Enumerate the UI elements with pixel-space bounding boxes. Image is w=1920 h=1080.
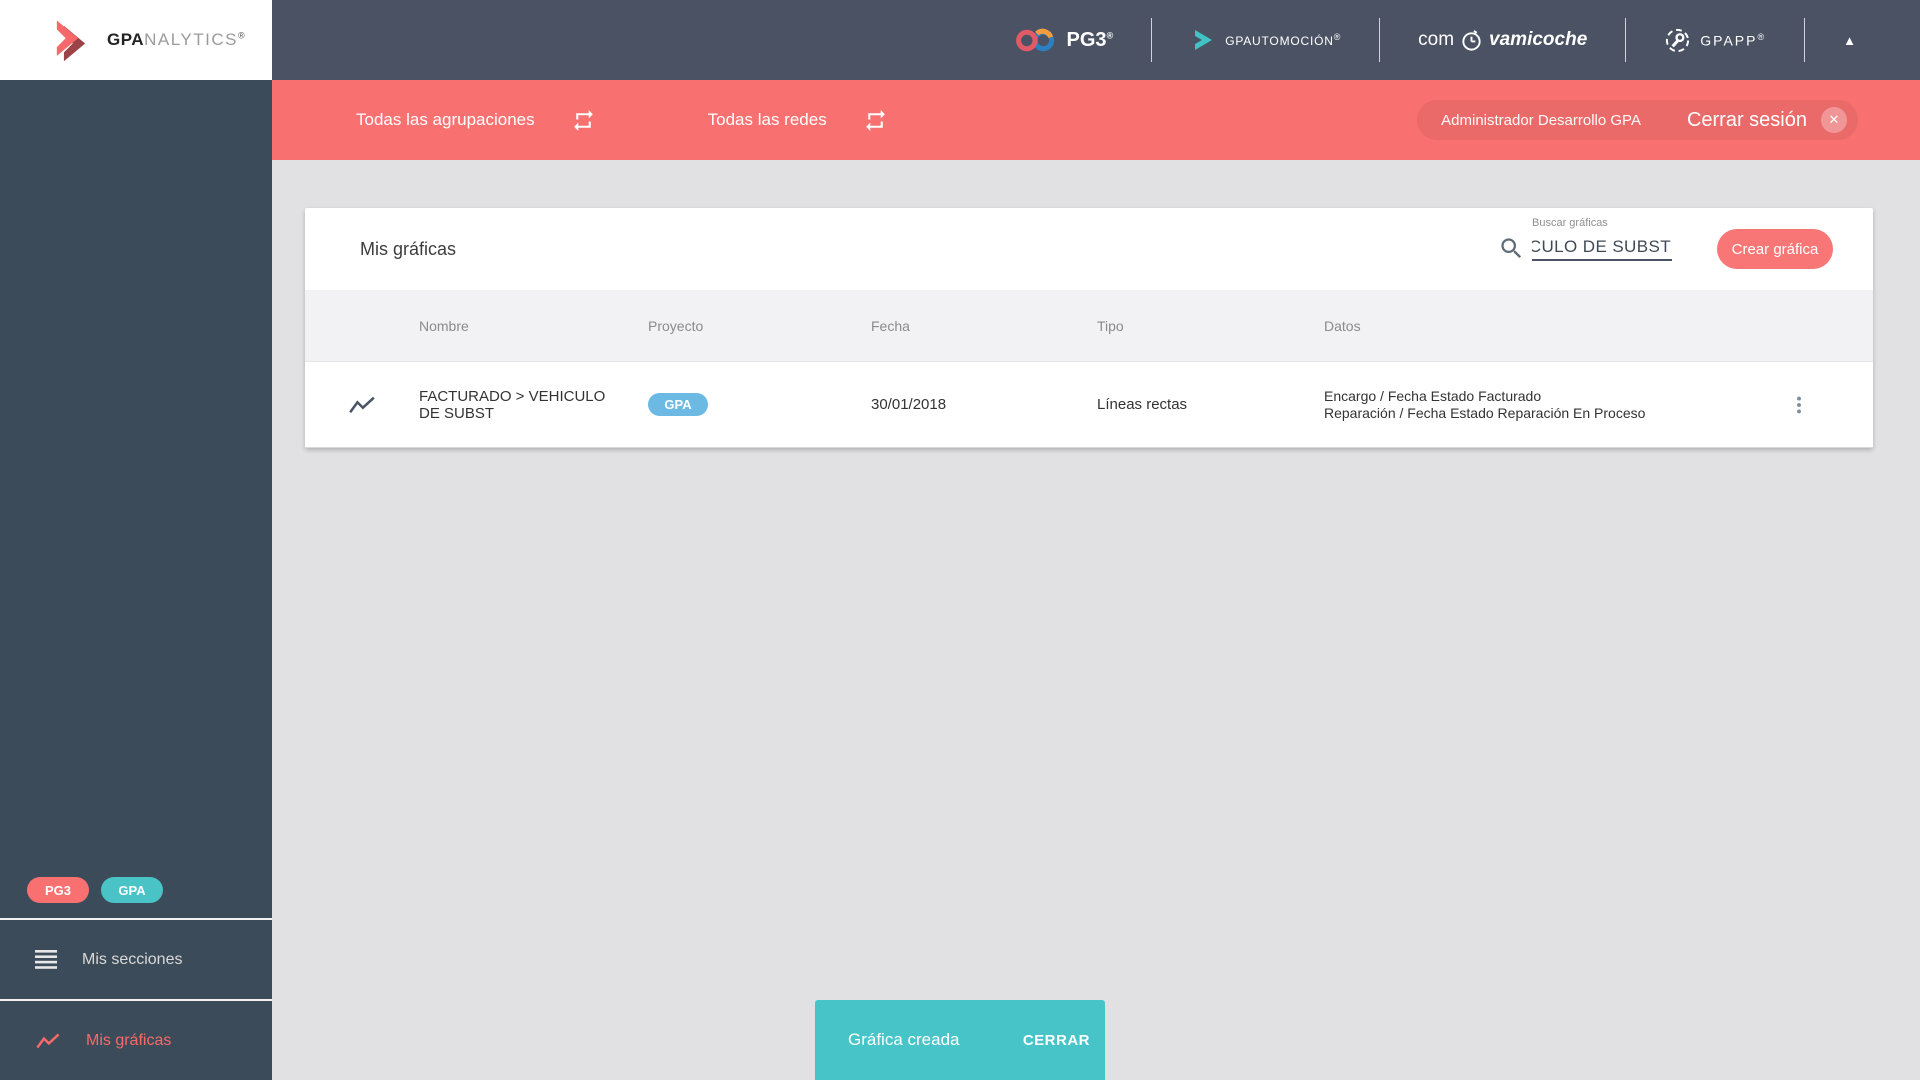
networks-selector[interactable]: Todas las redes <box>708 110 827 130</box>
header-divider <box>1151 18 1153 62</box>
search-icon[interactable] <box>1498 235 1525 267</box>
table-row[interactable]: FACTURADO > VEHICULO DE SUBST GPA 30/01/… <box>305 362 1873 448</box>
swap-networks-icon[interactable] <box>863 108 888 133</box>
gpanalytics-wordmark: GPANALYTICS® <box>107 30 247 49</box>
header-divider <box>1804 18 1806 62</box>
swap-groupings-icon[interactable] <box>571 108 596 133</box>
compravamicoche-post: vamicoche <box>1489 29 1588 50</box>
gpautomocion-arrow-icon <box>1195 30 1213 50</box>
search-input[interactable]: Buscar gráficas CULO DE SUBST <box>1532 217 1672 261</box>
gpautomocion-logo[interactable]: GPAUTOMOCIÓN® <box>1190 27 1341 53</box>
pg3-label: PG3® <box>1066 28 1114 51</box>
gpapp-logo[interactable]: GPAPP® <box>1664 27 1766 54</box>
snackbar: Gráfica creada CERRAR <box>815 1000 1105 1080</box>
col-header-tipo: Tipo <box>1097 317 1124 334</box>
user-name: Administrador Desarrollo GPA <box>1441 111 1641 129</box>
sidebar-item-label: Mis gráficas <box>86 1031 172 1049</box>
card-header: Mis gráficas Buscar gráficas CULO DE SUB… <box>305 208 1873 290</box>
list-icon <box>35 950 57 969</box>
groupings-selector[interactable]: Todas las agrupaciones <box>356 110 535 130</box>
charts-card: Mis gráficas Buscar gráficas CULO DE SUB… <box>305 208 1873 448</box>
row-type: Líneas rectas <box>1097 396 1188 413</box>
header-logo-strip: PG3® GPAUTOMOCIÓN® com vamicoche GPAPP® … <box>1014 18 1920 62</box>
col-header-fecha: Fecha <box>871 317 910 334</box>
gpanalytics-arrow-icon <box>56 20 86 62</box>
header-divider <box>1625 18 1627 62</box>
clock-icon <box>1462 29 1481 51</box>
user-session-pill: Administrador Desarrollo GPA Cerrar sesi… <box>1417 100 1858 140</box>
snackbar-message: Gráfica creada <box>848 1030 960 1049</box>
compravamicoche-logo[interactable]: com vamicoche <box>1418 29 1587 52</box>
gpapp-wrench-icon <box>1666 28 1690 52</box>
sidebar-item-mis-secciones[interactable]: Mis secciones <box>0 920 272 999</box>
search-input-label: Buscar gráficas <box>1532 217 1608 229</box>
logout-close-icon[interactable]: ✕ <box>1821 107 1847 133</box>
sidebar-badge-pg3: PG3 <box>27 877 89 903</box>
row-more-menu-icon[interactable] <box>1788 394 1810 416</box>
page-title: Mis gráficas <box>360 239 457 259</box>
row-name: FACTURADO > VEHICULO DE SUBST <box>419 387 606 422</box>
search-input-value[interactable]: CULO DE SUBST <box>1532 234 1672 261</box>
sidebar-badge-gpa: GPA <box>101 877 163 903</box>
gpanalytics-logo: GPANALYTICS® <box>0 0 272 80</box>
sidebar-item-label: Mis secciones <box>82 950 183 968</box>
gpautomocion-label: GPAUTOMOCIÓN® <box>1225 32 1342 48</box>
row-date: 30/01/2018 <box>871 396 947 413</box>
snackbar-close-button[interactable]: CERRAR <box>1023 1032 1090 1049</box>
col-header-nombre: Nombre <box>419 317 469 334</box>
table-header-row: Nombre Proyecto Fecha Tipo Datos <box>305 290 1873 362</box>
col-header-datos: Datos <box>1324 317 1361 334</box>
header-divider <box>1379 18 1381 62</box>
app: GPANALYTICS® PG3® GPAUTOMOCIÓN® com vami… <box>0 0 1920 1080</box>
gpapp-label: GPAPP® <box>1700 31 1767 49</box>
row-data-series: Encargo / Fecha Estado Facturado Reparac… <box>1324 387 1646 421</box>
collapse-caret-icon[interactable]: ▲ <box>1843 34 1856 47</box>
col-header-proyecto: Proyecto <box>648 317 704 334</box>
sidebar: PG3 GPA Mis secciones Mis gráficas <box>0 80 272 1080</box>
filter-bar: Todas las agrupaciones Todas las redes A… <box>272 80 1920 160</box>
compravamicoche-pre: com <box>1418 29 1455 50</box>
logout-button[interactable]: Cerrar sesión <box>1687 109 1807 132</box>
sidebar-item-mis-graficas[interactable]: Mis gráficas <box>0 1001 272 1080</box>
chart-line-icon <box>36 1033 60 1048</box>
create-chart-button[interactable]: Crear gráfica <box>1717 229 1833 269</box>
top-header: GPANALYTICS® PG3® GPAUTOMOCIÓN® com vami… <box>0 0 1920 80</box>
pg3-logo[interactable]: PG3® <box>1014 27 1114 54</box>
row-chart-type-icon <box>348 395 376 415</box>
pg3-infinity-icon <box>1015 28 1054 51</box>
row-project-badge: GPA <box>648 393 708 416</box>
